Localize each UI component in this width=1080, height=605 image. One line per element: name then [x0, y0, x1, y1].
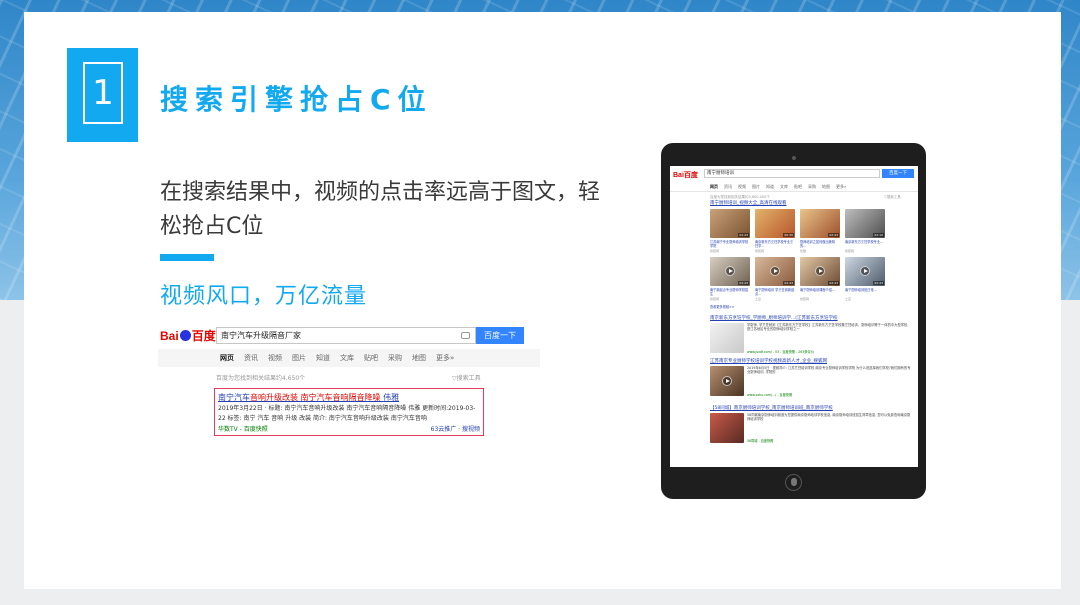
play-icon — [860, 266, 870, 276]
video-caption[interactable]: 南宁厨师培训课程介绍... — [800, 288, 840, 292]
video-source: 搜狐网 — [710, 249, 720, 253]
tablet-search-input[interactable]: 南宁厨师培训 — [704, 169, 880, 178]
video-thumbnail[interactable]: 02:43 — [755, 257, 795, 286]
search-input[interactable]: 南宁汽车升级隔音厂家 — [216, 327, 476, 344]
apple-icon — [791, 478, 797, 486]
tablet-device: Bai百度 南宁厨师培训 百度一下 网页 资讯 视频 图片 知道 文库 贴吧 采… — [661, 143, 926, 499]
baidu-logo: Bai百度 — [160, 329, 216, 343]
result-title-link[interactable]: 南京新东方烹饪学校_学厨师_厨师培训学...(江苏新东方烹饪学校 — [710, 315, 838, 321]
section-number: 1 — [83, 62, 123, 124]
video-caption[interactable]: 南宁厨师培训班日常... — [845, 288, 885, 292]
video-thumbnail[interactable]: 02:43 — [710, 257, 750, 286]
tablet-tab[interactable]: 资讯 — [724, 184, 732, 190]
video-thumbnail[interactable]: 02:10 — [845, 209, 885, 238]
tablet-tab[interactable]: 贴吧 — [794, 184, 802, 190]
video-caption[interactable]: 南京新东方烹饪学校专业烹饪学... — [755, 240, 795, 248]
tab-tieba[interactable]: 贴吧 — [364, 353, 378, 363]
video-thumbnail[interactable]: 02:43 — [710, 209, 750, 238]
video-source: 优酷 — [800, 249, 807, 253]
video-caption[interactable]: 南宁新起点专业厨师学校招生 — [710, 288, 750, 296]
result-right-links[interactable]: 63云推广 · 搜视频 — [431, 424, 480, 433]
result-stats: 百度为您找到相关结果约4,650个 — [216, 375, 306, 382]
baidu-paw-icon — [179, 330, 191, 341]
tab-divider — [670, 191, 918, 192]
result-title-link[interactable]: 江苏南京专业厨师学校培训学校视频高新人才_企业_搜狐网 — [710, 358, 827, 364]
video-caption[interactable]: 南京新东方烹饪学校专业... — [845, 240, 885, 244]
result-source[interactable]: www.jsxdf.com/ - V3 - 百度快照 - 263条评价 — [747, 349, 814, 354]
camera-icon[interactable] — [461, 332, 470, 339]
tab-zhidao[interactable]: 知道 — [316, 353, 330, 363]
tablet-tab[interactable]: 采购 — [808, 184, 816, 190]
video-thumbnail[interactable]: 00:30 — [755, 209, 795, 238]
video-thumbnail[interactable]: 02:43 — [800, 257, 840, 286]
tab-more[interactable]: 更多» — [436, 353, 454, 363]
result-snippet: 学厨师, 学烹饪就到【江苏新东方烹饪学校】江苏新东方烹饪学校集烹饪培训、厨师培训… — [747, 323, 909, 332]
tablet-tab[interactable]: 图片 — [752, 184, 760, 190]
play-icon — [770, 266, 780, 276]
play-icon — [722, 376, 732, 386]
play-icon — [815, 266, 825, 276]
tablet-tab[interactable]: 更多» — [836, 184, 846, 190]
tablet-camera — [792, 156, 796, 160]
tablet-search-tabs: 网页 资讯 视频 图片 知道 文库 贴吧 采购 地图 更多» — [710, 184, 846, 190]
tab-webpage[interactable]: 网页 — [220, 353, 234, 363]
video-source: 土豆 — [845, 297, 852, 301]
video-source: 搜狐网 — [710, 297, 720, 301]
tablet-home-button[interactable] — [785, 474, 802, 491]
tablet-screen: Bai百度 南宁厨师培训 百度一下 网页 资讯 视频 图片 知道 文库 贴吧 采… — [670, 166, 918, 467]
result-image — [710, 413, 744, 443]
result-snippet: 2019年6月5日 · 视频简介: 江苏烹饪培训学校 南京专业厨师培训学校学院 … — [747, 366, 911, 375]
highlighted-result: 南宁汽车音响升级改装 南宁汽车音响隔音降噪 伟雅 2019年3月22日 · 标题… — [214, 388, 484, 436]
video-source: 搜狐网 — [800, 297, 810, 301]
result-video-image[interactable] — [710, 366, 744, 396]
search-button[interactable]: 百度一下 — [476, 327, 524, 344]
result-snippet-1: 2019年3月22日 · 标题: 南宁汽车音响升级改装 南宁汽车音响隔音降噪 伟… — [218, 405, 476, 412]
tab-video[interactable]: 视频 — [268, 353, 282, 363]
video-group-title[interactable]: 南宁厨师培训_视频大全_高清在线观看 — [710, 200, 787, 206]
tab-wenku[interactable]: 文库 — [340, 353, 354, 363]
result-source[interactable]: www.sohu.com/.../ - 百度快照 — [747, 392, 792, 397]
result-snippet: 58同城南京厨师培训频道为您提供南京厨师培训学校信息, 南京厨师培训班招生简章信… — [747, 413, 911, 422]
video-source: 土豆 — [755, 297, 762, 301]
more-videos-link[interactable]: 查看更多视频>> — [710, 305, 790, 309]
slide-title: 搜索引擎抢占C位 — [160, 83, 433, 116]
video-caption[interactable]: 江苏南宁专业厨师培训学校学院 — [710, 240, 750, 248]
result-source[interactable]: 58同城 - 百度快照 — [747, 438, 773, 443]
tablet-search-button[interactable]: 百度一下 — [882, 169, 914, 178]
video-source: 搜狐网 — [845, 249, 855, 253]
tab-map[interactable]: 地图 — [412, 353, 426, 363]
baidu-result-screenshot: Bai 百度 南宁汽车升级隔音厂家 百度一下 网页 资讯 视频 图片 知道 文库 … — [158, 322, 540, 444]
video-thumbnail[interactable]: 02:43 — [800, 209, 840, 238]
video-caption[interactable]: 厨师培训之如何做出美味的... — [800, 240, 840, 248]
tab-purchase[interactable]: 采购 — [388, 353, 402, 363]
tablet-tab[interactable]: 文库 — [780, 184, 788, 190]
result-logo-image — [710, 323, 744, 353]
tablet-tab[interactable]: 视频 — [738, 184, 746, 190]
tablet-tab[interactable]: 地图 — [822, 184, 830, 190]
tab-images[interactable]: 图片 — [292, 353, 306, 363]
video-caption[interactable]: 南宁厨师培训 学烹饪到新起点... — [755, 288, 795, 296]
description-text: 在搜索结果中，视频的点击率远高于图文，轻松抢占C位 — [160, 180, 601, 239]
result-title-link[interactable]: 南宁汽车音响升级改装 南宁汽车音响隔音降噪 伟雅 — [218, 392, 480, 403]
baidu-logo: Bai百度 — [673, 172, 698, 179]
video-thumbnail[interactable]: 02:43 — [845, 257, 885, 286]
subtitle-text: 视频风口，万亿流量 — [160, 284, 368, 309]
search-tools-link[interactable]: ▽搜索工具 — [452, 373, 481, 382]
search-tabs: 网页 资讯 视频 图片 知道 文库 贴吧 采购 地图 更多» — [220, 353, 454, 363]
section-number-box: 1 — [67, 48, 138, 142]
result-snippet-2: 22 标签: 南宁 汽车 音响 升级 改装 简介: 南宁汽车音响升级改装 南宁汽… — [218, 415, 427, 422]
tablet-search-tools[interactable]: ▽搜索工具 — [884, 195, 901, 200]
tab-news[interactable]: 资讯 — [244, 353, 258, 363]
tablet-tab[interactable]: 知道 — [766, 184, 774, 190]
play-icon — [725, 266, 735, 276]
video-source: 搜狐网 — [755, 249, 765, 253]
accent-divider — [160, 254, 214, 261]
tablet-tab[interactable]: 网页 — [710, 184, 718, 190]
result-title-link[interactable]: 【58同城】南京厨师培训学校_南京厨师培训班_南京厨师学校 — [710, 405, 833, 411]
